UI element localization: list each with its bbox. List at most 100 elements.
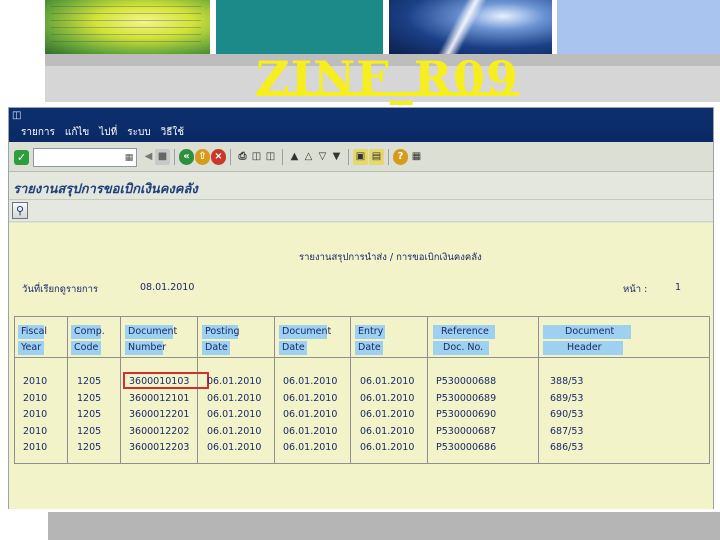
table-cell: 1205 [77,409,102,420]
standard-toolbar: ✓ ▦ ◀ ■ « ⇧ × ⎙ ◫ ◫ ▲ △ ▽ ▼ ▣ ▤ ? ▦ [9,142,713,172]
table-cell: 1205 [77,425,102,437]
sap-window: ◫ รายการ แก้ไข ไปที่ ระบบ วิธีใช้ ✓ ▦ ◀ … [8,107,714,509]
header-document: Document [125,325,177,339]
table-cell: 3600012201 [129,409,190,420]
table-cell: 388/53 [550,376,584,387]
prev-page-icon[interactable]: △ [301,149,316,165]
table-cell: 06.01.2010 [360,425,415,437]
cancel-icon[interactable]: × [211,149,226,165]
table-cell: 06.01.2010 [360,392,415,404]
table-cell: 06.01.2010 [207,409,262,420]
table-cell: 06.01.2010 [207,392,262,404]
table-cell: 06.01.2010 [207,425,262,437]
menu-item-goto[interactable]: ไปที่ [99,127,117,139]
layout-icon[interactable]: ▦ [409,149,424,165]
table-cell: 687/53 [550,425,584,437]
header-reference: Reference [433,325,495,339]
table-cell: 06.01.2010 [360,376,415,387]
table-cell: 06.01.2010 [283,442,338,453]
table-cell: 06.01.2010 [207,442,262,453]
header-fiscal: Fiscal [18,325,47,339]
command-field[interactable]: ▦ [33,148,137,167]
table-cell: 3600010103 [129,376,190,387]
menu-item-edit[interactable]: แก้ไข [65,127,89,139]
table-cell: P530000690 [436,409,497,420]
banner-image-teal [216,0,383,54]
table-cell: 690/53 [550,409,584,420]
table-cell: 689/53 [550,392,584,404]
collapse-icon[interactable]: ◀ [141,149,156,165]
table-cell: 3600012203 [129,442,190,453]
history-dropdown-icon[interactable]: ▦ [124,150,134,165]
shortcut-icon[interactable]: ▤ [369,149,384,165]
table-cell: 2010 [23,409,48,420]
report-area: รายงานสรุปการนำส่ง / การขอเบิกเงินคงคลัง… [9,223,713,509]
header-comp: Comp. [71,325,105,339]
page-label: หน้า : [623,284,648,295]
find-next-icon[interactable]: ◫ [263,149,278,165]
header-code: Code [71,341,101,355]
table-cell: 3600012202 [129,425,190,437]
slide-title: ZINF_R09 [256,51,520,105]
report-title: รายงานสรุปการนำส่ง / การขอเบิกเงินคงคลัง [299,252,482,263]
header-document-date: Date [279,341,307,355]
table-cell: 06.01.2010 [207,376,262,387]
header-number: Number [125,341,166,355]
next-page-icon[interactable]: ▽ [315,149,330,165]
help-icon[interactable]: ? [393,149,408,165]
exit-icon[interactable]: ⇧ [195,149,210,165]
menu-item-list[interactable]: รายการ [21,127,55,139]
slide-banner: ZINF_R09 [0,0,720,104]
screen-title: รายงานสรุปการขอเบิกเงินคงคลัง [13,182,198,197]
save-icon[interactable]: ■ [155,149,170,165]
table-cell: 1205 [77,376,102,387]
header-document-3: Document [543,325,631,339]
back-icon[interactable]: « [179,149,194,165]
header-posting: Posting [202,325,240,339]
table-cell: P530000686 [436,442,497,453]
table-cell: P530000688 [436,376,497,387]
table-cell: 06.01.2010 [360,409,415,420]
table-cell: 2010 [23,376,48,387]
table-cell: 686/53 [550,442,584,453]
table-cell: 2010 [23,425,48,437]
first-page-icon[interactable]: ▲ [287,149,302,165]
header-posting-date: Date [202,341,230,355]
banner-image-blue [389,0,552,54]
application-toolbar: ⚲ [9,200,713,222]
header-header: Header [543,341,623,355]
screen-title-bar: รายงานสรุปการขอเบิกเงินคงคลัง [9,172,713,200]
header-document-2: Document [279,325,331,339]
table-cell: 2010 [23,392,48,404]
table-cell: 06.01.2010 [360,442,415,453]
table-cell: 2010 [23,442,48,453]
header-entry: Entry [355,325,385,339]
table-cell: 06.01.2010 [283,392,338,404]
last-page-icon[interactable]: ▼ [329,149,344,165]
table-cell: P530000689 [436,392,497,404]
header-year: Year [18,341,44,355]
header-entry-date: Date [355,341,383,355]
table-cell: 06.01.2010 [283,425,338,437]
search-icon[interactable]: ⚲ [12,202,28,219]
new-session-icon[interactable]: ▣ [353,149,368,165]
enter-icon[interactable]: ✓ [14,150,29,165]
menu-bar: ◫ รายการ แก้ไข ไปที่ ระบบ วิธีใช้ [9,108,713,142]
date-label: วันที่เรียกดูรายการ [22,284,99,295]
menu-item-help[interactable]: วิธีใช้ [161,127,184,139]
table-cell: 06.01.2010 [283,376,338,387]
print-icon[interactable]: ⎙ [235,149,250,165]
find-icon[interactable]: ◫ [249,149,264,165]
table-cell: 3600012101 [129,392,190,404]
table-cell: 1205 [77,392,102,404]
menu-item-system[interactable]: ระบบ [127,127,150,139]
page-number: 1 [675,282,682,293]
table-cell: P530000687 [436,425,497,437]
window-icon[interactable]: ◫ [12,111,22,121]
banner-image-green [45,0,210,54]
date-value: 08.01.2010 [140,282,195,293]
table-cell: 06.01.2010 [283,409,338,420]
table-cell: 1205 [77,442,102,453]
header-doc-no: Doc. No. [433,341,489,355]
footer-band [48,512,720,540]
